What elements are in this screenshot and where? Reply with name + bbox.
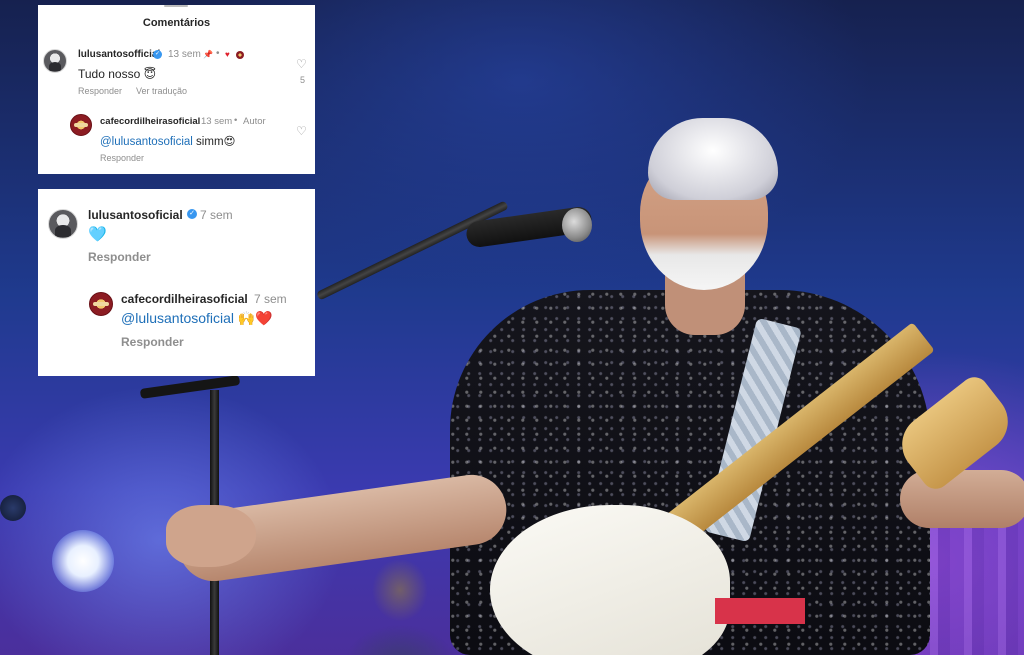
reply-text: @lulusantosoficial 🙌❤️	[121, 310, 273, 327]
pin-icon: 📌	[203, 50, 213, 59]
avatar[interactable]	[48, 209, 78, 239]
avatar[interactable]	[70, 114, 92, 136]
comment-text: 🩵	[88, 226, 107, 243]
reply-text-body: simm😍	[192, 136, 236, 148]
stage-light-dim	[0, 495, 26, 521]
reply-username[interactable]: cafecordilheirasoficial	[121, 292, 248, 306]
comment-text: Tudo nosso 😇	[78, 67, 157, 81]
reply-text: @lulusantosoficial simm😍	[100, 134, 236, 148]
stage-light	[52, 530, 114, 592]
mic-stand-boom	[139, 375, 241, 399]
mention-link[interactable]: @lulusantosoficial	[121, 310, 234, 326]
like-count: 5	[300, 75, 306, 85]
avatar[interactable]	[89, 292, 113, 316]
singer-right-arm	[900, 470, 1024, 528]
verified-badge-icon: ✓	[153, 50, 162, 59]
verified-badge-icon: ✓	[187, 209, 197, 219]
comment-time: 7 sem	[200, 208, 233, 222]
panel-title: Comentários	[142, 17, 211, 29]
reply-text-body: 🙌❤️	[234, 310, 273, 326]
microphone-grille	[562, 208, 592, 242]
singer-left-hand	[166, 505, 256, 567]
reply-time: 7 sem	[254, 292, 287, 306]
translate-button[interactable]: Ver tradução	[136, 86, 187, 96]
comment-time: 13 sem	[168, 49, 201, 60]
comment-username[interactable]: lulusantosofficial	[78, 49, 160, 60]
singer-hair	[648, 118, 778, 200]
like-heart-icon[interactable]: ♡	[296, 58, 307, 70]
like-heart-icon[interactable]: ♡	[296, 125, 307, 137]
author-label: Autor	[243, 116, 266, 127]
reply-button[interactable]: Responder	[121, 335, 184, 349]
wristband	[715, 598, 805, 624]
comments-panel-1: Comentários lulusantosofficial ✓ 13 sem …	[38, 5, 315, 174]
mic-boom-arm	[316, 200, 509, 301]
reply-button[interactable]: Responder	[88, 250, 151, 264]
reply-button[interactable]: Responder	[78, 86, 122, 96]
creator-avatar-icon	[236, 51, 244, 59]
separator-dot: •	[234, 115, 238, 126]
avatar[interactable]	[43, 49, 67, 73]
reply-username[interactable]: cafecordilheirasoficial	[100, 116, 200, 127]
creator-liked-heart-icon: ♥	[225, 50, 230, 59]
mention-link[interactable]: @lulusantosoficial	[100, 136, 193, 148]
comments-panel-2: lulusantosoficial ✓ 7 sem 🩵 Responder ca…	[38, 189, 315, 376]
drag-handle[interactable]	[164, 5, 188, 7]
separator-dot: •	[216, 48, 220, 59]
reply-time: 13 sem	[201, 116, 233, 127]
reply-button[interactable]: Responder	[100, 153, 144, 163]
comment-username[interactable]: lulusantosoficial	[88, 208, 183, 222]
